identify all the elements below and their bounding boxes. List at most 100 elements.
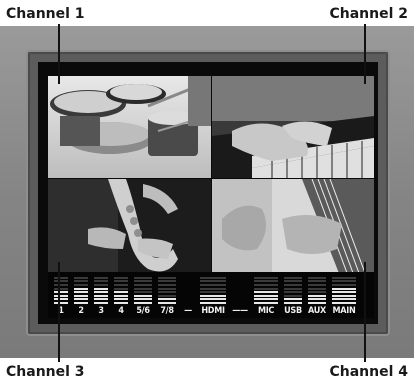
meter-segment [158, 287, 176, 290]
meter-segment [332, 294, 356, 297]
meter-segment [332, 302, 356, 304]
meter-label: MIC [257, 306, 275, 316]
meter-bars [132, 274, 154, 304]
meter-segment [134, 276, 152, 279]
meter-segment [158, 291, 176, 294]
level-meter-strip: 1 2 3 4 5/6 7/8 — HDMI —— MIC USB AUX MAIN [48, 272, 374, 318]
meter-segment [114, 302, 128, 304]
channel-1-label: Channel 1 [6, 6, 85, 22]
meter-bars [198, 274, 228, 304]
channel-2-label: Channel 2 [329, 6, 408, 22]
meter-segment [114, 284, 128, 286]
meter-segment [94, 291, 108, 294]
meter-segment [308, 276, 326, 279]
meter-segment [114, 298, 128, 301]
meter-segment [200, 294, 226, 297]
meter-segment [332, 280, 356, 283]
meter-label: 2 [78, 306, 84, 316]
meter-segment [284, 298, 302, 301]
meter-segment [332, 284, 356, 286]
meter-segment [284, 302, 302, 304]
meter-channel-12: MAIN [330, 272, 358, 318]
meter-segment [254, 284, 278, 286]
meter-segment [134, 298, 152, 301]
meter-segment [284, 294, 302, 297]
meter-segment [254, 276, 278, 279]
meter-segment [54, 291, 68, 294]
meter-segment [158, 294, 176, 297]
meter-channel-7: HDMI [198, 272, 228, 318]
meter-segment [134, 287, 152, 290]
meter-segment [308, 280, 326, 283]
meter-channel-2: 3 [92, 272, 110, 318]
meter-segment [54, 287, 68, 290]
meter-segment [94, 280, 108, 283]
meter-segment [114, 287, 128, 290]
meter-label: 5/6 [136, 306, 150, 316]
meter-bars [330, 274, 358, 304]
meter-segment [200, 287, 226, 290]
meter-segment [54, 276, 68, 279]
meter-channel-8: —— [230, 272, 250, 318]
channel-4-leader [364, 262, 366, 362]
channel-3-leader [58, 262, 60, 362]
meter-label: USB [284, 306, 302, 316]
meter-segment [200, 280, 226, 283]
meter-bars [156, 274, 178, 304]
meter-channel-11: AUX [306, 272, 328, 318]
meter-segment [200, 284, 226, 286]
meter-bars [282, 274, 304, 304]
meter-segment [134, 294, 152, 297]
meter-segment [158, 298, 176, 301]
meter-segment [308, 302, 326, 304]
meter-label: MAIN [332, 306, 356, 316]
meter-segment [54, 302, 68, 304]
channel-2-leader [364, 24, 366, 84]
meter-segment [134, 302, 152, 304]
meter-segment [332, 291, 356, 294]
meter-segment [254, 287, 278, 290]
meter-segment [308, 294, 326, 297]
meter-segment [200, 302, 226, 304]
meter-segment [308, 287, 326, 290]
meter-segment [158, 284, 176, 286]
meter-segment [284, 276, 302, 279]
meter-segment [332, 276, 356, 279]
meter-segment [74, 284, 88, 286]
meter-segment [74, 302, 88, 304]
meter-segment [54, 284, 68, 286]
meter-bars [72, 274, 90, 304]
channel-4-video [212, 179, 374, 281]
channel-2-video [212, 76, 374, 178]
meter-segment [114, 291, 128, 294]
meter-segment [54, 298, 68, 301]
meter-segment [254, 294, 278, 297]
meter-segment [54, 294, 68, 297]
meter-label: 1 [58, 306, 64, 316]
meter-segment [114, 276, 128, 279]
meter-segment [54, 280, 68, 283]
meter-segment [94, 294, 108, 297]
meter-segment [332, 287, 356, 290]
meter-bars [180, 274, 196, 304]
meter-channel-3: 4 [112, 272, 130, 318]
meter-channel-0: 1 [52, 272, 70, 318]
meter-segment [158, 302, 176, 304]
meter-segment [74, 280, 88, 283]
meter-label: — [184, 306, 192, 316]
meter-segment [94, 276, 108, 279]
meter-channel-4: 5/6 [132, 272, 154, 318]
meter-segment [284, 287, 302, 290]
meter-label: 3 [98, 306, 104, 316]
meter-segment [200, 298, 226, 301]
meter-segment [158, 280, 176, 283]
meter-segment [308, 291, 326, 294]
meter-channel-9: MIC [252, 272, 280, 318]
meter-segment [332, 298, 356, 301]
meter-segment [200, 291, 226, 294]
meter-segment [74, 287, 88, 290]
meter-segment [158, 276, 176, 279]
meter-segment [74, 298, 88, 301]
meter-bars [230, 274, 250, 304]
meter-label: —— [232, 306, 248, 316]
